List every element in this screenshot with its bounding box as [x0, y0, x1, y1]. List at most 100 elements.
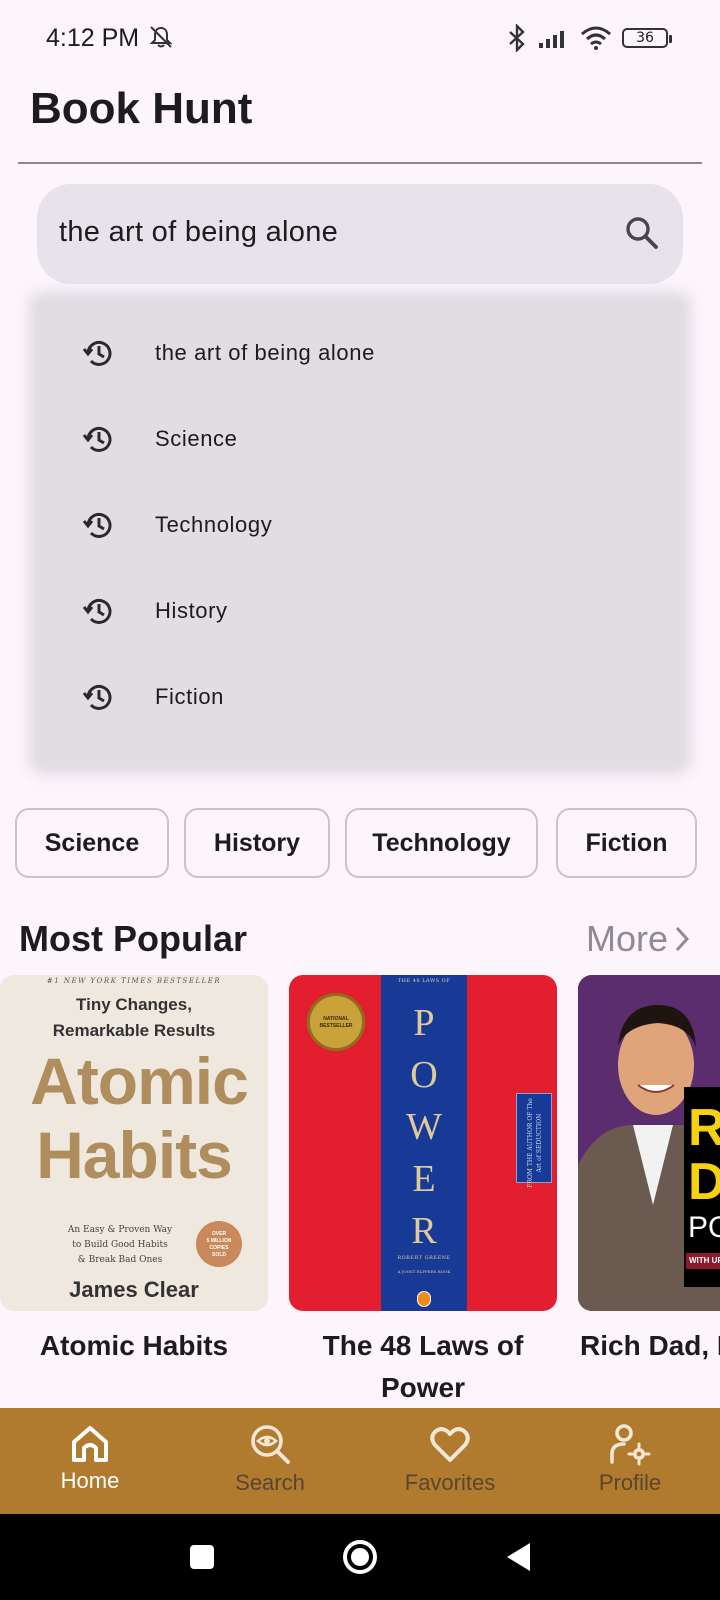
bestseller-seal: NATIONAL BESTSELLER: [307, 993, 365, 1051]
recents-icon[interactable]: [188, 1543, 216, 1571]
battery-icon: 36: [622, 28, 672, 48]
history-icon: [82, 426, 112, 452]
nav-favorites[interactable]: Favorites: [360, 1408, 540, 1514]
book-cover[interactable]: THE 48 LAWS OF NATIONAL BESTSELLER P O W…: [289, 975, 557, 1311]
chip-history[interactable]: History: [184, 808, 330, 878]
cover-subtitle-line: to Build Good Habits: [72, 1240, 168, 1250]
signal-icon: [539, 31, 564, 48]
cover-strip: WITH UPD: [686, 1253, 720, 1269]
search-suggestions: the art of being alone Science Technolog…: [37, 300, 683, 766]
chip-technology[interactable]: Technology: [345, 808, 538, 878]
nav-label: Search: [235, 1470, 305, 1495]
title-divider: [18, 162, 702, 164]
nav-profile[interactable]: Profile: [540, 1408, 720, 1514]
nav-label: Home: [60, 1468, 120, 1493]
title-letter: P: [413, 1002, 435, 1044]
nav-home[interactable]: Home: [0, 1408, 180, 1514]
sales-badge: OVER 5 MILLION COPIES SOLD: [196, 1221, 242, 1267]
bottom-navigation: Home Search Favorites Profile: [0, 1408, 720, 1514]
penguin-logo: [417, 1291, 431, 1307]
nav-label: Profile: [598, 1470, 662, 1495]
book-title: The 48 Laws of Power: [322, 1330, 524, 1403]
book-cover[interactable]: #1 NEW YORK TIMES BESTSELLER Tiny Change…: [0, 975, 268, 1311]
book-card[interactable]: R D PO WITH UPD Rich Dad, Poor Dad: [578, 975, 720, 1375]
seal-line: NATIONAL: [323, 1016, 349, 1022]
cover-title: P O W E R: [381, 997, 467, 1257]
chevron-right-icon: [675, 926, 690, 952]
suggestion-label: Technology: [155, 512, 273, 537]
chip-science[interactable]: Science: [15, 808, 169, 878]
search-input[interactable]: the art of being alone: [59, 216, 338, 249]
system-navigation-bar: [0, 1514, 720, 1600]
history-icon: [82, 684, 112, 710]
cover-side-label: FROM THE AUTHOR OF The Art of SEDUCTION: [516, 1093, 552, 1188]
mute-bell-icon: [149, 26, 173, 48]
history-icon: [82, 598, 112, 624]
cover-author: James Clear: [69, 1277, 199, 1302]
cover-tagline: Tiny Changes,: [76, 995, 192, 1014]
book-title: Rich Dad, Poor Dad: [580, 1330, 720, 1361]
badge-line: OVER: [211, 1231, 227, 1237]
status-time: 4:12 PM: [46, 24, 174, 53]
nav-label: Favorites: [404, 1470, 496, 1495]
profile-settings-icon: [610, 1424, 651, 1466]
suggestion-label: Science: [155, 426, 238, 451]
search-icon[interactable]: [623, 214, 661, 252]
book-title: Atomic Habits: [39, 1330, 229, 1361]
cover-title: Habits: [36, 1118, 233, 1192]
page-title: Book Hunt: [30, 84, 253, 133]
suggestion-item[interactable]: the art of being alone: [37, 306, 683, 394]
more-label: More: [585, 918, 668, 959]
cover-letter: D: [688, 1153, 720, 1211]
status-bar: 4:12 PM 36: [0, 0, 720, 80]
cover-title: R D: [688, 1101, 720, 1209]
cover-author: ROBERT GREENE: [397, 1255, 451, 1261]
cover-subtitle-line: & Break Bad Ones: [77, 1255, 163, 1265]
bluetooth-icon: [509, 24, 525, 52]
clock-text: 4:12 PM: [46, 24, 140, 52]
cover-banner: #1 NEW YORK TIMES BESTSELLER: [46, 977, 222, 985]
history-icon: [82, 512, 112, 538]
nav-search[interactable]: Search: [180, 1408, 360, 1514]
suggestion-label: Fiction: [155, 684, 224, 709]
search-bar[interactable]: the art of being alone: [37, 184, 683, 284]
cover-top: THE 48 LAWS OF: [397, 978, 451, 984]
back-icon[interactable]: [504, 1541, 534, 1573]
more-link[interactable]: More: [586, 918, 690, 960]
cover-letter: R: [688, 1099, 720, 1157]
battery-level: 36: [636, 30, 654, 46]
suggestion-label: History: [155, 598, 228, 623]
cover-subtitle: An Easy & Proven Way to Build Good Habit…: [40, 1223, 200, 1268]
badge-line: 5 MILLION: [206, 1238, 232, 1244]
suggestion-item[interactable]: Technology: [37, 478, 683, 566]
section-title: Most Popular: [19, 918, 248, 959]
wifi-icon: [581, 26, 611, 50]
badge-line: COPIES: [209, 1245, 229, 1251]
suggestion-label: the art of being alone: [155, 340, 375, 365]
search-icon: [251, 1425, 290, 1464]
history-icon: [82, 340, 112, 366]
suggestion-item[interactable]: Science: [37, 392, 683, 480]
title-letter: R: [411, 1210, 437, 1252]
cover-partial: PO: [688, 1211, 720, 1244]
status-icons: 36: [506, 24, 672, 52]
cover-title: Atomic: [30, 1044, 249, 1118]
side-line: SEDUCTION: [536, 1113, 543, 1154]
chip-fiction[interactable]: Fiction: [556, 808, 697, 878]
book-cover[interactable]: R D PO WITH UPD: [578, 975, 720, 1311]
cover-tagline: Remarkable Results: [52, 1021, 216, 1040]
title-letter: O: [410, 1054, 438, 1096]
cover-footer: A JOOST ELFFERS BOOK: [397, 1269, 451, 1274]
title-letter: E: [412, 1158, 436, 1200]
side-text: FROM THE AUTHOR OF The Art of SEDUCTION: [526, 1095, 544, 1191]
seal-line: BESTSELLER: [319, 1023, 353, 1029]
suggestion-item[interactable]: History: [37, 564, 683, 652]
badge-line: SOLD: [212, 1252, 226, 1258]
home-icon: [72, 1426, 108, 1462]
side-line: FROM THE AUTHOR OF: [527, 1111, 534, 1188]
suggestion-item[interactable]: Fiction: [37, 650, 683, 738]
heart-icon: [430, 1427, 470, 1462]
title-letter: W: [406, 1106, 442, 1148]
cover-subtitle-line: An Easy & Proven Way: [67, 1225, 173, 1235]
home-circle-icon[interactable]: [342, 1539, 378, 1575]
